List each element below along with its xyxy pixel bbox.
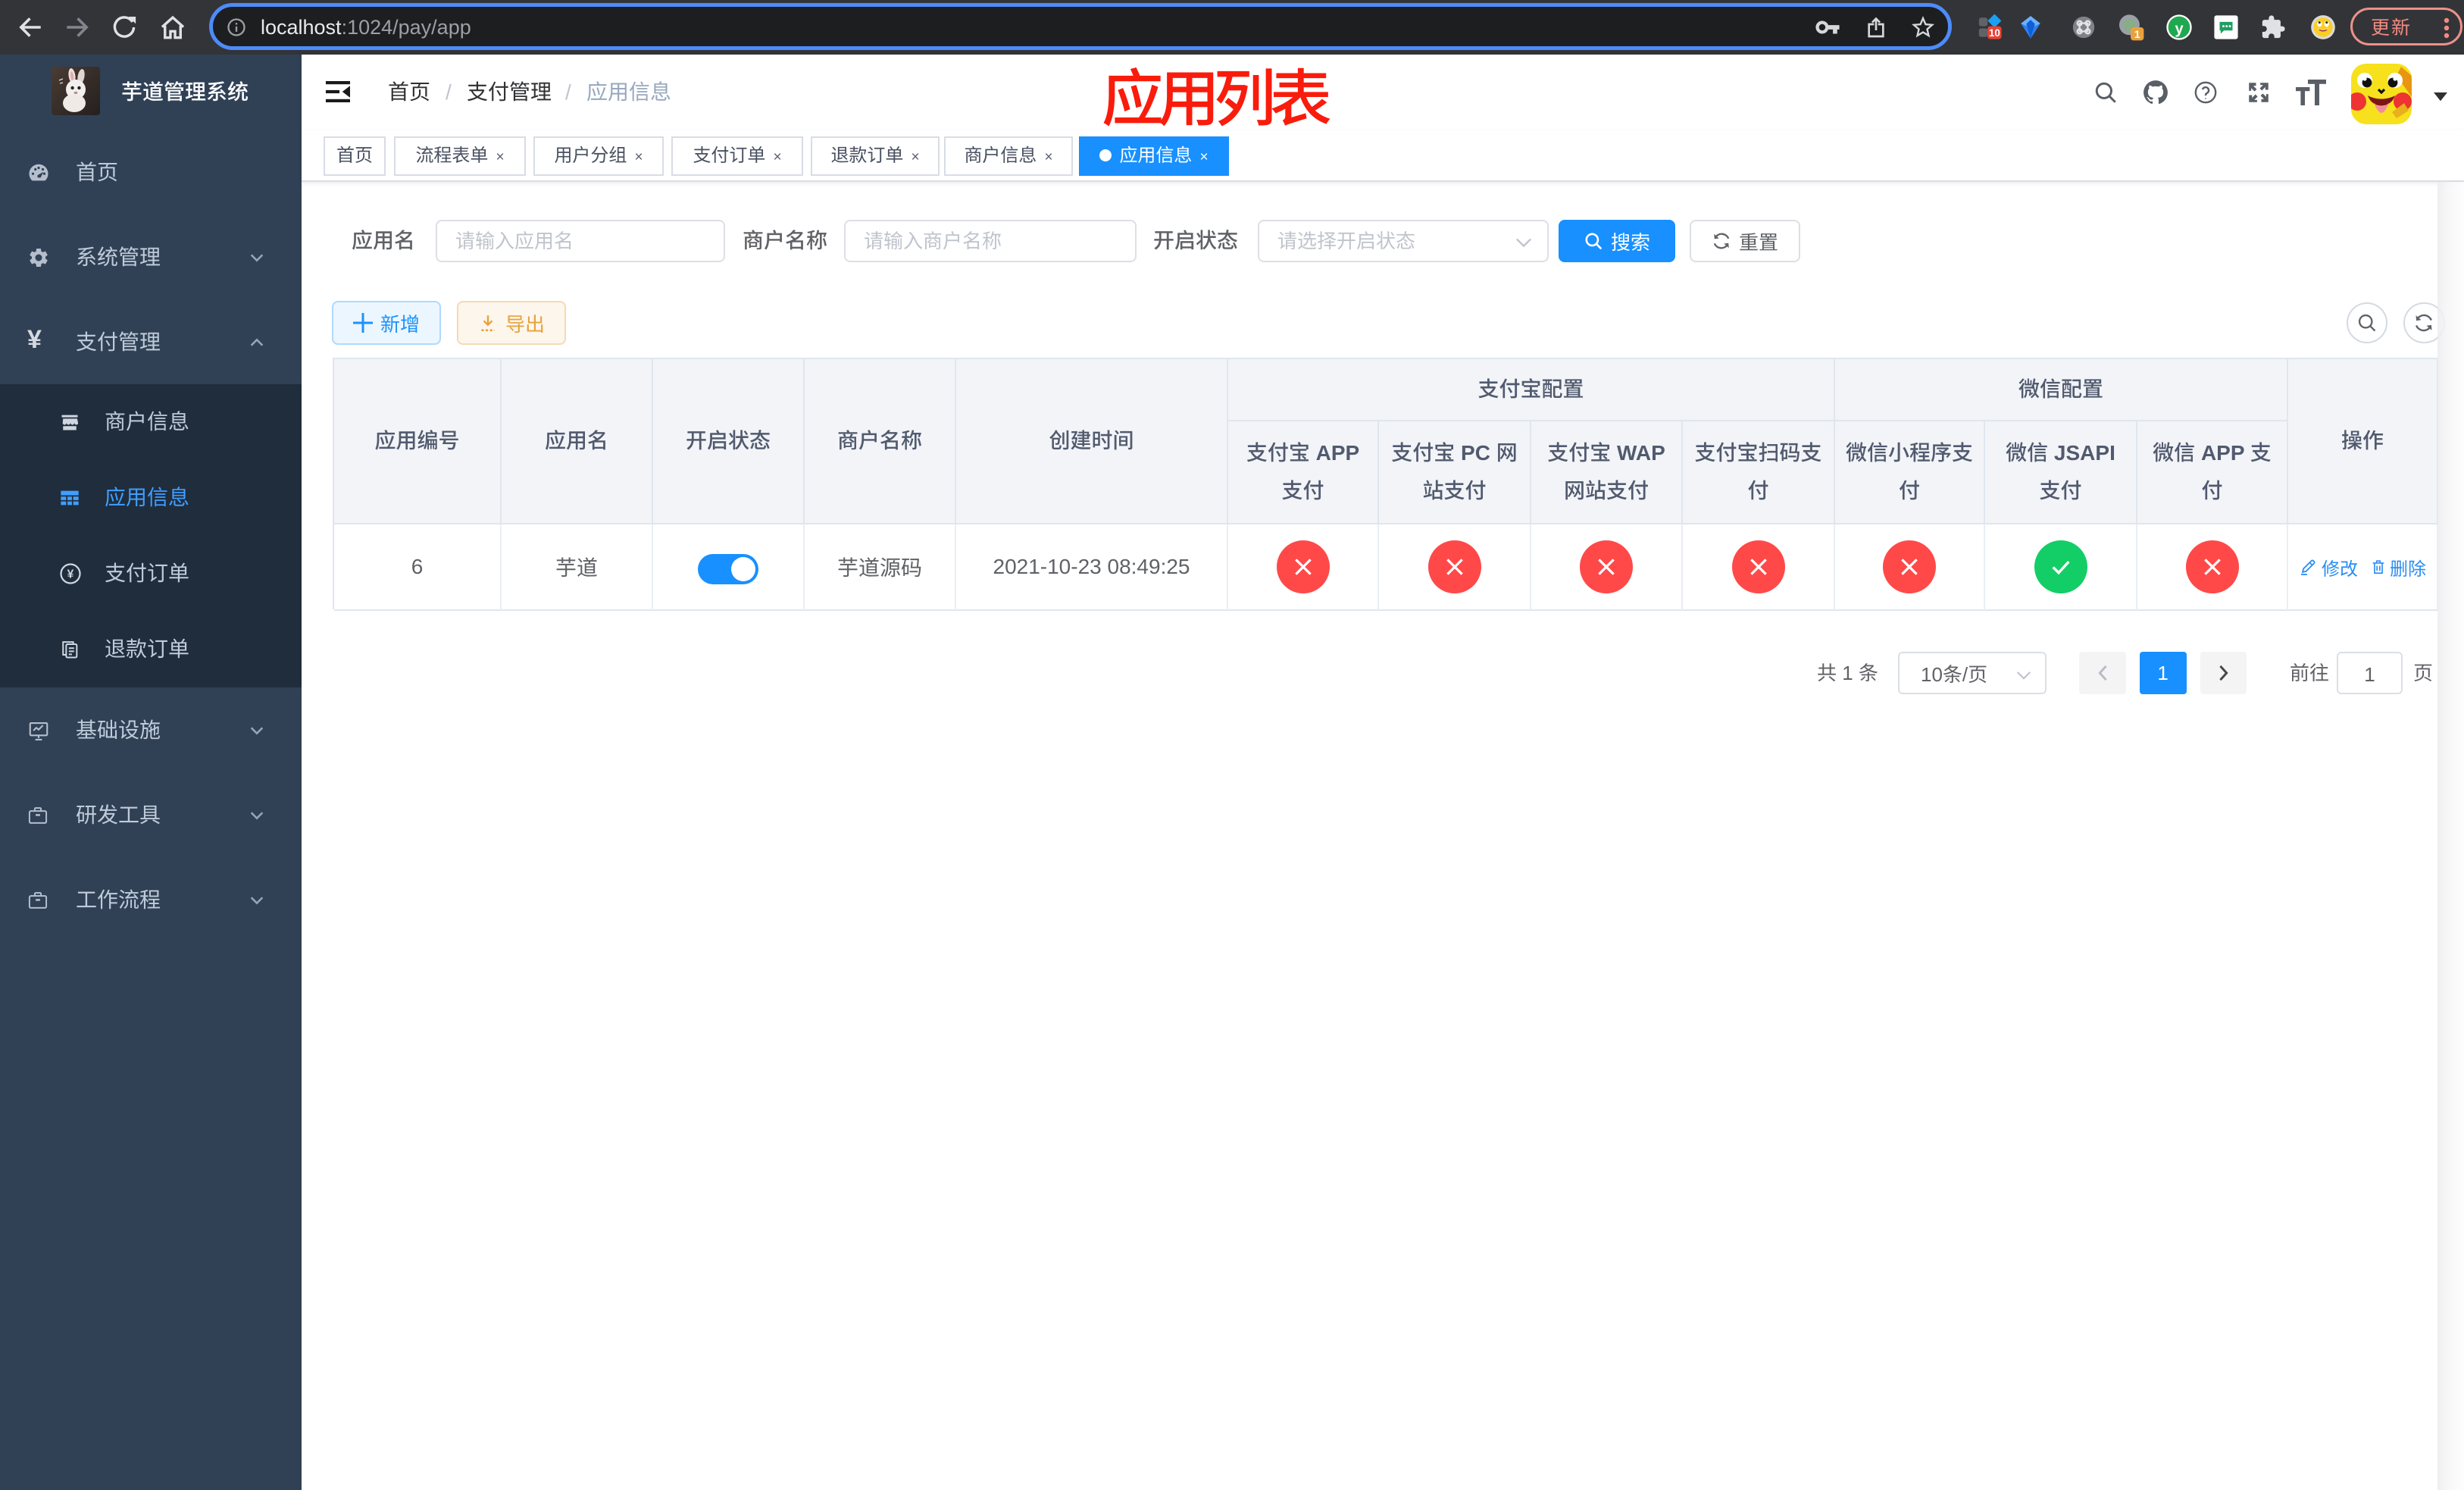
svg-text:¥: ¥ [67,568,74,581]
svg-text:10: 10 [1989,27,2000,39]
svg-text:y: y [2175,20,2184,37]
svg-text:1: 1 [2134,29,2140,41]
